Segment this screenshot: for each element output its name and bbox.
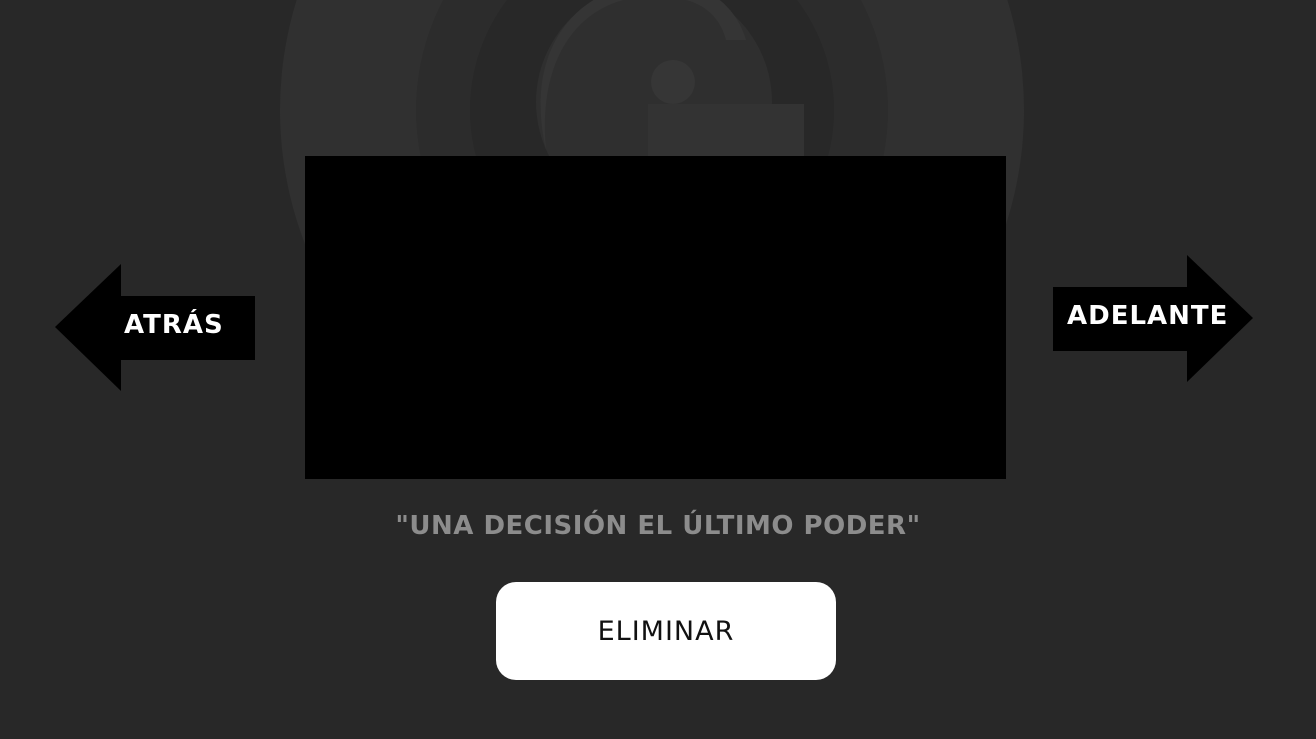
delete-button[interactable]: ELIMINAR — [496, 582, 836, 680]
back-button-label: ATRÁS — [124, 310, 224, 340]
forward-button-label: ADELANTE — [1067, 301, 1229, 331]
forward-button[interactable]: ADELANTE — [1053, 255, 1253, 382]
video-player[interactable] — [305, 156, 1006, 479]
quote-text: "UNA DECISIÓN EL ÚLTIMO PODER" — [395, 511, 921, 541]
back-button[interactable]: ATRÁS — [55, 264, 255, 391]
